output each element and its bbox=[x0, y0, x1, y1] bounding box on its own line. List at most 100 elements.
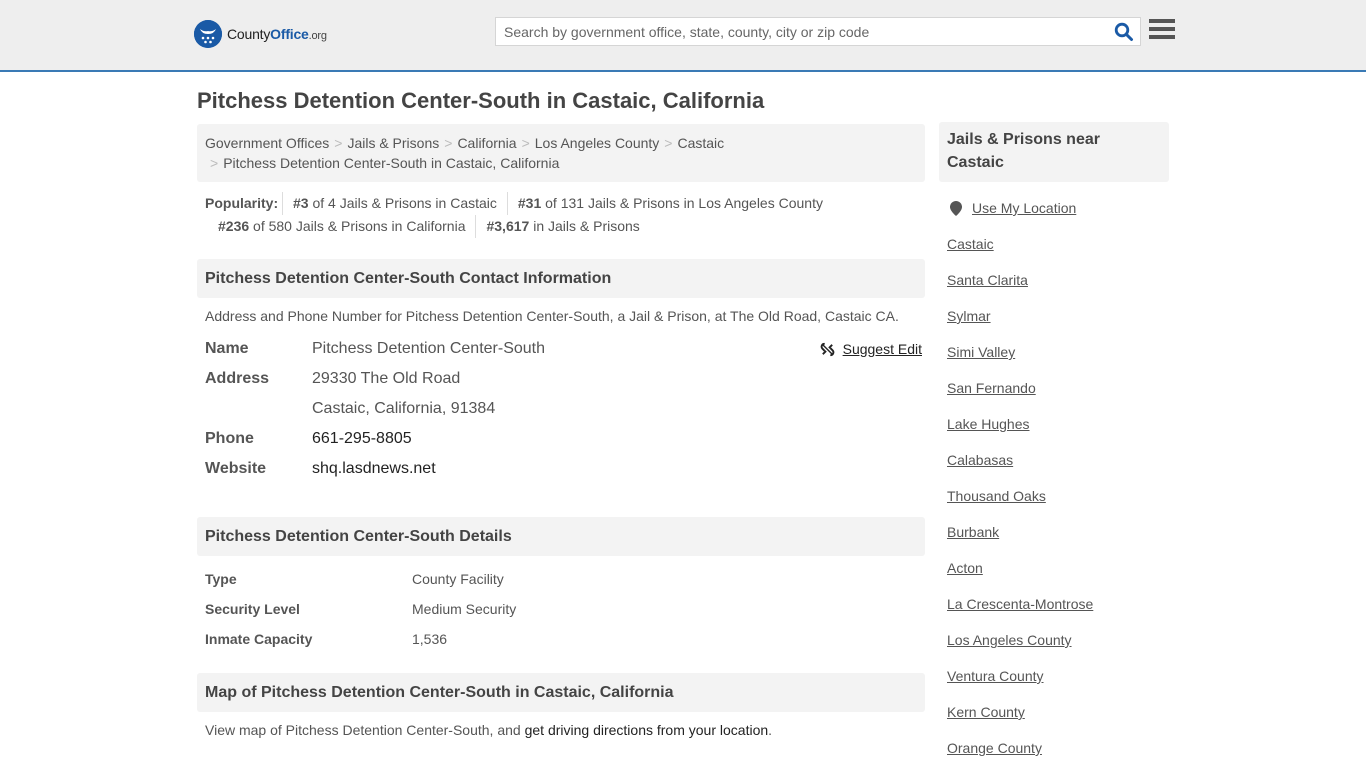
breadcrumb-los-angeles-county[interactable]: Los Angeles County bbox=[535, 135, 660, 151]
popularity-row: #236 of 580 Jails & Prisons in Californi… bbox=[205, 215, 917, 238]
popularity-rank: #236 bbox=[218, 218, 250, 234]
menu-bar bbox=[1149, 27, 1175, 31]
address-label-spacer bbox=[205, 394, 312, 424]
contact-info: Suggest Edit Name Pitchess Detention Cen… bbox=[197, 334, 925, 484]
details-section: Pitchess Detention Center-South Details … bbox=[197, 517, 925, 654]
logo-wordmark: CountyOffice.org bbox=[227, 26, 327, 42]
search-icon bbox=[1114, 22, 1133, 41]
details-row: Type County Facility bbox=[205, 564, 917, 594]
website-label: Website bbox=[205, 460, 267, 477]
breadcrumb-separator: > bbox=[521, 135, 530, 151]
breadcrumb-separator: > bbox=[334, 135, 343, 151]
breadcrumb-government-offices[interactable]: Government Offices bbox=[205, 135, 329, 151]
map-heading: Map of Pitchess Detention Center-South i… bbox=[197, 673, 925, 712]
details-row: Security Level Medium Security bbox=[205, 594, 917, 624]
address-line1: 29330 The Old Road bbox=[312, 370, 461, 387]
nearby-link-burbank[interactable]: Burbank bbox=[947, 520, 1161, 556]
suggest-edit-label: Suggest Edit bbox=[842, 341, 922, 357]
address-line2: Castaic, California, 91384 bbox=[312, 400, 496, 417]
eagle-logo-icon bbox=[194, 20, 222, 48]
logo-text-county: County bbox=[227, 26, 271, 42]
popularity-ranking: Popularity: #3 of 4 Jails & Prisons in C… bbox=[197, 182, 925, 238]
address-row-2: Castaic, California, 91384 bbox=[205, 394, 917, 424]
breadcrumb-separator: > bbox=[664, 135, 673, 151]
contact-heading: Pitchess Detention Center-South Contact … bbox=[197, 259, 925, 298]
map-section: Map of Pitchess Detention Center-South i… bbox=[197, 673, 925, 748]
details-table: Type County Facility Security Level Medi… bbox=[197, 556, 925, 654]
breadcrumb-castaic[interactable]: Castaic bbox=[677, 135, 724, 151]
popularity-label: Popularity: bbox=[205, 195, 279, 211]
unlink-icon bbox=[820, 342, 834, 356]
website-row: Website shq.lasdnews.net bbox=[205, 454, 917, 484]
nearby-link-santa-clarita[interactable]: Santa Clarita bbox=[947, 268, 1161, 304]
sidebar: Jails & Prisons near Castaic Use My Loca… bbox=[939, 122, 1169, 772]
popularity-rank: #31 bbox=[517, 195, 542, 211]
name-row: Name Pitchess Detention Center-South bbox=[205, 334, 917, 364]
details-label: Inmate Capacity bbox=[205, 631, 313, 647]
breadcrumb-separator: > bbox=[210, 155, 219, 171]
phone-label: Phone bbox=[205, 430, 254, 447]
use-my-location-label: Use My Location bbox=[972, 200, 1077, 216]
driving-directions-link[interactable]: get driving directions from your locatio… bbox=[525, 722, 769, 738]
nearby-link-acton[interactable]: Acton bbox=[947, 556, 1161, 592]
location-pin-icon bbox=[950, 201, 962, 216]
website-link[interactable]: shq.lasdnews.net bbox=[312, 460, 436, 477]
breadcrumb: Government Offices > Jails & Prisons > Calif… bbox=[197, 124, 925, 182]
contact-section: Pitchess Detention Center-South Contact … bbox=[197, 259, 925, 484]
sidebar-heading: Jails & Prisons near Castaic bbox=[939, 122, 1169, 182]
map-desc-suffix: . bbox=[768, 722, 773, 738]
popularity-text: in Jails & Prisons bbox=[533, 218, 640, 234]
nearby-link-thousand-oaks[interactable]: Thousand Oaks bbox=[947, 484, 1161, 520]
nearby-link-kern-county[interactable]: Kern County bbox=[947, 700, 1161, 736]
map-desc-text: View map of Pitchess Detention Center-So… bbox=[205, 722, 525, 738]
site-header: CountyOffice.org bbox=[0, 0, 1366, 72]
main-content: Government Offices > Jails & Prisons > Calif… bbox=[197, 124, 925, 748]
popularity-text: of 4 Jails & Prisons in Castaic bbox=[312, 195, 497, 211]
nearby-link-ventura-county[interactable]: Ventura County bbox=[947, 664, 1161, 700]
hamburger-menu-icon[interactable] bbox=[1149, 19, 1175, 43]
nearby-link-lake-hughes[interactable]: Lake Hughes bbox=[947, 412, 1161, 448]
nearby-link-orange-county[interactable]: Orange County bbox=[947, 736, 1161, 772]
suggest-edit-link[interactable]: Suggest Edit bbox=[820, 334, 922, 364]
popularity-item: #3,617 in Jails & Prisons bbox=[475, 215, 649, 238]
details-heading: Pitchess Detention Center-South Details bbox=[197, 517, 925, 556]
popularity-text: of 131 Jails & Prisons in Los Angeles Co… bbox=[545, 195, 823, 211]
details-row: Inmate Capacity 1,536 bbox=[205, 624, 917, 654]
details-label: Security Level bbox=[205, 601, 300, 617]
nearby-link-sylmar[interactable]: Sylmar bbox=[947, 304, 1161, 340]
popularity-text: of 580 Jails & Prisons in California bbox=[253, 218, 466, 234]
popularity-rank: #3,617 bbox=[486, 218, 530, 234]
nearby-link-calabasas[interactable]: Calabasas bbox=[947, 448, 1161, 484]
logo-text-org: .org bbox=[308, 30, 327, 42]
breadcrumb-jails-prisons[interactable]: Jails & Prisons bbox=[347, 135, 439, 151]
breadcrumb-california[interactable]: California bbox=[457, 135, 516, 151]
breadcrumb-current: Pitchess Detention Center-South in Casta… bbox=[223, 155, 560, 171]
popularity-row: Popularity: #3 of 4 Jails & Prisons in C… bbox=[205, 192, 917, 215]
popularity-item: #236 of 580 Jails & Prisons in Californi… bbox=[208, 215, 475, 238]
nearby-list: Use My Location Castaic Santa Clarita Sy… bbox=[939, 182, 1169, 772]
contact-description: Address and Phone Number for Pitchess De… bbox=[205, 308, 899, 324]
nearby-link-san-fernando[interactable]: San Fernando bbox=[947, 376, 1161, 412]
nearby-link-castaic[interactable]: Castaic bbox=[947, 232, 1161, 268]
details-label: Type bbox=[205, 571, 237, 587]
nearby-link-los-angeles-county[interactable]: Los Angeles County bbox=[947, 628, 1161, 664]
nearby-link-la-crescenta-montrose[interactable]: La Crescenta-Montrose bbox=[947, 592, 1161, 628]
breadcrumb-separator: > bbox=[444, 135, 453, 151]
name-value: Pitchess Detention Center-South bbox=[312, 340, 546, 357]
use-my-location-link[interactable]: Use My Location bbox=[947, 196, 1161, 232]
menu-bar bbox=[1149, 35, 1175, 39]
map-description: View map of Pitchess Detention Center-So… bbox=[197, 712, 925, 748]
search-bar bbox=[495, 17, 1141, 46]
details-value: 1,536 bbox=[412, 631, 448, 647]
name-label: Name bbox=[205, 340, 249, 357]
phone-link[interactable]: 661-295-8805 bbox=[312, 430, 412, 447]
phone-row: Phone 661-295-8805 bbox=[205, 424, 917, 454]
popularity-item: #31 of 131 Jails & Prisons in Los Angele… bbox=[506, 192, 833, 215]
page-title: Pitchess Detention Center-South in Casta… bbox=[197, 88, 765, 113]
address-row: Address 29330 The Old Road bbox=[205, 364, 917, 394]
search-button[interactable] bbox=[1108, 18, 1140, 45]
site-logo[interactable]: CountyOffice.org bbox=[194, 20, 327, 48]
search-input[interactable] bbox=[496, 18, 1108, 45]
nearby-link-simi-valley[interactable]: Simi Valley bbox=[947, 340, 1161, 376]
details-value: County Facility bbox=[412, 571, 504, 587]
